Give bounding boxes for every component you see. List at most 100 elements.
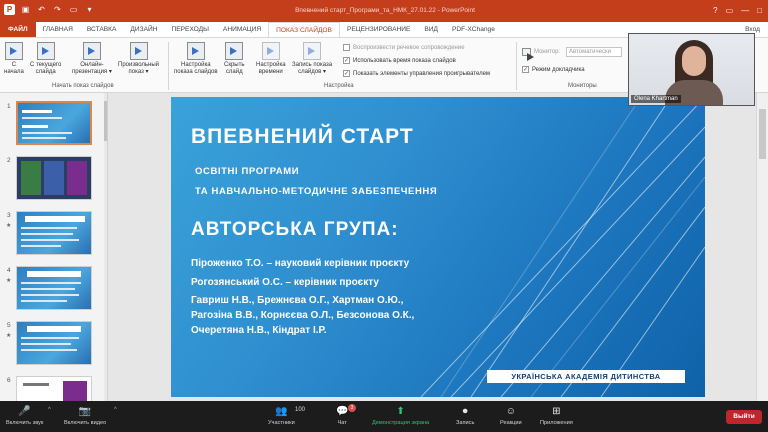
start-show-icon[interactable]: ▭ bbox=[68, 4, 79, 15]
audio-options-chevron-icon[interactable]: ^ bbox=[48, 407, 51, 413]
thumbnail-number: 4 bbox=[7, 267, 11, 274]
participant-video-tile[interactable]: Olena Khartman bbox=[628, 33, 755, 106]
ribbon-display-icon[interactable]: ▭ bbox=[726, 6, 734, 15]
thumbnail-number: 3 bbox=[7, 212, 11, 219]
hide-slide-button[interactable]: Скрыть слайд bbox=[224, 42, 244, 76]
thumb-text-line bbox=[21, 233, 73, 235]
title-bar: P ▣ ↶ ↷ ▭ ▾ Впевнений старт_Програми_та_… bbox=[0, 0, 768, 22]
present-online-button[interactable]: Онлайн- презентация ▾ bbox=[72, 42, 112, 76]
scroll-thumb[interactable] bbox=[759, 109, 766, 159]
thumb-title-box bbox=[25, 216, 85, 222]
slide-thumbnail-1[interactable] bbox=[16, 101, 92, 145]
thumbnail-scrollbar[interactable] bbox=[104, 93, 107, 401]
thumbnail-number: 1 bbox=[7, 103, 11, 110]
window-controls: ? ▭ — □ bbox=[713, 6, 762, 15]
slide-canvas[interactable]: ВПЕВНЕНИЙ СТАРТ ОСВІТНІ ПРОГРАМИ ТА НАВЧ… bbox=[171, 97, 705, 397]
participants-count: 100 bbox=[295, 407, 306, 413]
setup-show-button[interactable]: Настройка показа слайдов bbox=[174, 42, 218, 76]
presenter-view-checkbox[interactable]: ✓ Режим докладчика bbox=[522, 66, 585, 73]
play-from-start-icon bbox=[4, 42, 23, 60]
apps-button[interactable]: ⊞ Приложения bbox=[540, 406, 573, 426]
group-label-setup: Настройка bbox=[324, 83, 354, 89]
thumb-text-line bbox=[23, 383, 49, 386]
tab-home[interactable]: ГЛАВНАЯ bbox=[36, 22, 80, 37]
from-current-slide-button[interactable]: С текущего слайда bbox=[30, 42, 61, 76]
group-label-start: Начать показ слайдов bbox=[52, 83, 114, 89]
thumbnail-number: 6 bbox=[7, 377, 11, 384]
from-beginning-button[interactable]: С начала bbox=[4, 42, 24, 76]
slide-thumbnail-3[interactable] bbox=[16, 211, 92, 255]
thumb-text-line bbox=[22, 125, 48, 128]
rehearse-timings-button[interactable]: Настройка времени bbox=[256, 42, 286, 76]
help-icon[interactable]: ? bbox=[713, 6, 717, 15]
slide-subtitle-1: ОСВІТНІ ПРОГРАМИ bbox=[195, 166, 300, 177]
thumb-text-line bbox=[21, 337, 79, 339]
author-line: Гавриш Н.В., Брежнєва О.Г., Хартман О.Ю.… bbox=[191, 295, 404, 306]
reactions-button[interactable]: ☺ Реакции bbox=[500, 406, 522, 426]
leave-meeting-button[interactable]: Выйти bbox=[726, 410, 762, 424]
thumb-cover bbox=[63, 381, 87, 401]
reactions-icon: ☺ bbox=[505, 406, 516, 417]
qat-customize-icon[interactable]: ▾ bbox=[84, 4, 95, 15]
slide-thumbnail-6[interactable] bbox=[16, 376, 92, 401]
hide-slide-icon bbox=[225, 42, 244, 60]
undo-icon[interactable]: ↶ bbox=[36, 4, 47, 15]
slide-thumbnail-5[interactable] bbox=[16, 321, 92, 365]
present-online-icon bbox=[82, 42, 101, 60]
maximize-icon[interactable]: □ bbox=[757, 6, 762, 15]
group-label-monitors: Мониторы bbox=[568, 83, 597, 89]
microphone-muted-icon: 🎤 bbox=[18, 406, 31, 417]
ribbon-separator bbox=[168, 42, 169, 90]
redo-icon[interactable]: ↷ bbox=[52, 4, 63, 15]
chat-button[interactable]: 💬 Чат bbox=[336, 406, 348, 426]
video-options-chevron-icon[interactable]: ^ bbox=[114, 407, 117, 413]
animation-star-icon: ★ bbox=[6, 333, 12, 339]
custom-show-button[interactable]: Произвольный показ ▾ bbox=[118, 42, 159, 76]
tab-insert[interactable]: ВСТАВКА bbox=[80, 22, 124, 37]
monitor-icon bbox=[522, 48, 534, 61]
slide-thumbnail-4[interactable] bbox=[16, 266, 92, 310]
sign-in-link[interactable]: Вход bbox=[745, 26, 760, 33]
tab-view[interactable]: ВИД bbox=[417, 22, 445, 37]
scroll-thumb[interactable] bbox=[104, 101, 107, 141]
record-button[interactable]: ⏺ Запись bbox=[456, 406, 474, 426]
tab-design[interactable]: ДИЗАЙН bbox=[123, 22, 164, 37]
thumb-cover bbox=[44, 161, 64, 195]
tab-review[interactable]: РЕЦЕНЗИРОВАНИЕ bbox=[340, 22, 417, 37]
authors-heading: АВТОРСЬКА ГРУПА: bbox=[191, 219, 399, 240]
slide-thumbnail-2[interactable] bbox=[16, 156, 92, 200]
thumb-text-line bbox=[21, 349, 77, 351]
thumb-text-line bbox=[21, 300, 67, 302]
thumb-text-line bbox=[22, 110, 52, 113]
minimize-icon[interactable]: — bbox=[741, 6, 749, 15]
monitor-label: Монитор: bbox=[522, 48, 560, 61]
tab-transitions[interactable]: ПЕРЕХОДЫ bbox=[165, 22, 216, 37]
animation-star-icon: ★ bbox=[6, 278, 12, 284]
record-icon: ⏺ bbox=[462, 406, 468, 417]
thumb-text-line bbox=[21, 294, 79, 296]
thumb-text-line bbox=[22, 132, 72, 134]
tab-file[interactable]: ФАЙЛ bbox=[0, 22, 36, 37]
play-current-icon bbox=[36, 42, 55, 60]
start-video-button[interactable]: 📷 Включить видео bbox=[64, 406, 106, 426]
slide-subtitle-2: ТА НАВЧАЛЬНО-МЕТОДИЧНЕ ЗАБЕЗПЕЧЕННЯ bbox=[195, 186, 438, 197]
participants-button[interactable]: 👥 Участники bbox=[268, 406, 295, 426]
play-narrations-checkbox[interactable]: Воспроизвести речевое сопровождение bbox=[343, 44, 465, 51]
tab-pdf-xchange[interactable]: PDF-XChange bbox=[445, 22, 502, 37]
tab-slide-show[interactable]: ПОКАЗ СЛАЙДОВ bbox=[268, 22, 340, 37]
zoom-control-bar: 🎤 Включить звук ^ 📷 Включить видео ^ 👥 У… bbox=[0, 401, 768, 432]
share-screen-button[interactable]: ⬆ Демонстрация экрана bbox=[372, 406, 429, 426]
chat-icon: 💬 bbox=[336, 406, 349, 417]
unmute-button[interactable]: 🎤 Включить звук bbox=[6, 406, 43, 426]
slide-scrollbar[interactable] bbox=[756, 93, 768, 401]
monitor-dropdown[interactable]: Автоматически bbox=[566, 47, 622, 57]
author-line: Рагозіна В.В., Корнєєва О.Л., Безсонова … bbox=[191, 310, 415, 321]
show-media-controls-checkbox[interactable]: ✓ Показать элементы управления проигрыва… bbox=[343, 70, 490, 77]
thumb-cover bbox=[67, 161, 87, 195]
thumbnail-number: 5 bbox=[7, 322, 11, 329]
save-icon[interactable]: ▣ bbox=[20, 4, 31, 15]
tab-animations[interactable]: АНИМАЦИЯ bbox=[216, 22, 268, 37]
record-slide-show-button[interactable]: Запись показа слайдов ▾ bbox=[292, 42, 332, 76]
window-title: Впевнений старт_Програми_та_НМК_27.01.22… bbox=[295, 7, 475, 14]
use-timings-checkbox[interactable]: ✓ Использовать время показа слайдов bbox=[343, 57, 456, 64]
